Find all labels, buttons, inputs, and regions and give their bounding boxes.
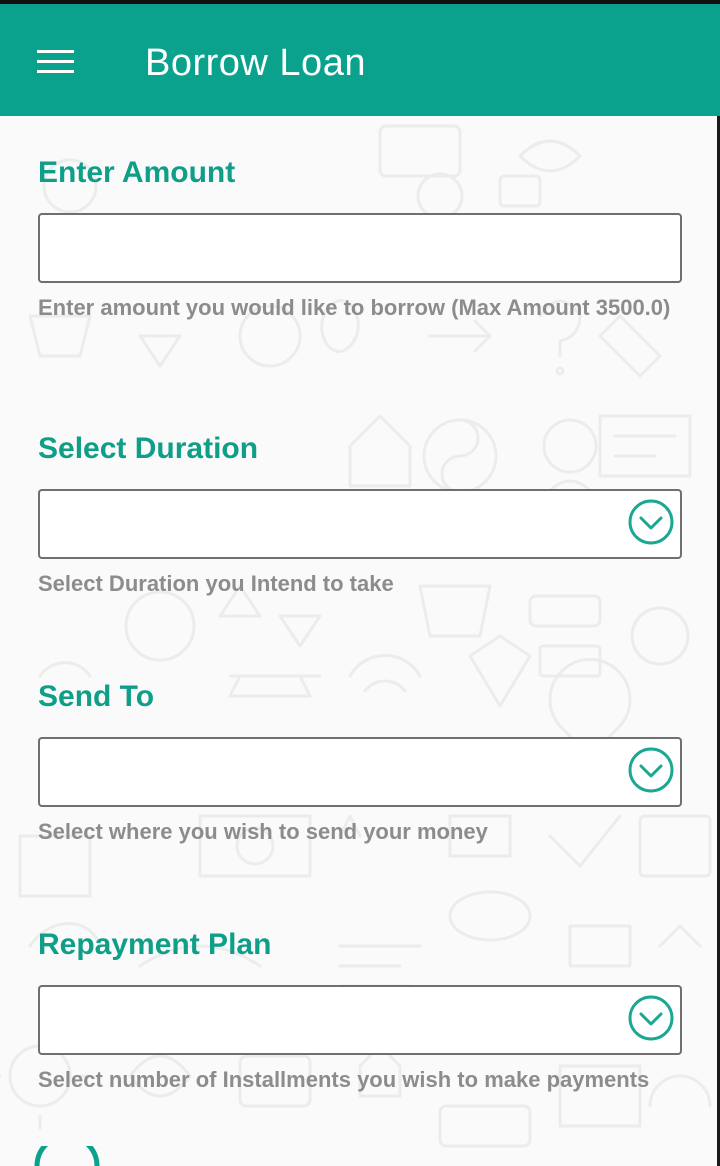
amount-hint: Enter amount you would like to borrow (M… (38, 295, 671, 320)
hamburger-menu-icon[interactable] (36, 46, 76, 78)
send-to-label: Send To (38, 680, 155, 713)
repayment-plan-select[interactable] (38, 985, 682, 1055)
chevron-down-circle-icon[interactable] (628, 747, 674, 793)
chevron-down-circle-icon[interactable] (628, 499, 674, 545)
duration-select[interactable] (38, 489, 682, 559)
repayment-plan-label: Repayment Plan (38, 928, 272, 961)
amount-field[interactable] (38, 213, 682, 283)
send-to-hint: Select where you wish to send your money (38, 819, 488, 844)
partial-circle-icon[interactable] (34, 1146, 100, 1166)
amount-label: Enter Amount (38, 156, 236, 189)
duration-hint: Select Duration you Intend to take (38, 571, 394, 596)
amount-input[interactable] (40, 215, 680, 281)
app-bar: Borrow Loan (0, 4, 720, 116)
duration-label: Select Duration (38, 432, 259, 465)
page-title: Borrow Loan (145, 42, 366, 84)
repayment-plan-hint: Select number of Installments you wish t… (38, 1067, 650, 1092)
send-to-select[interactable] (38, 737, 682, 807)
chevron-down-circle-icon[interactable] (628, 995, 674, 1041)
